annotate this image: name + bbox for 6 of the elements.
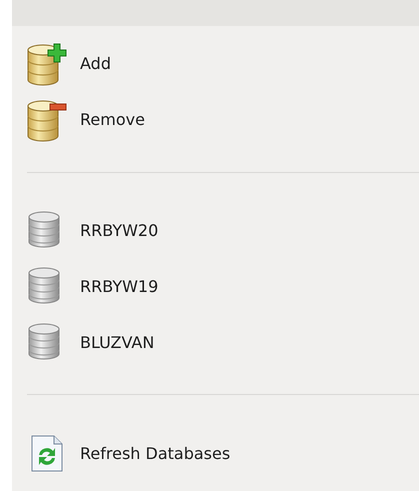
database-item[interactable]: BLUZVAN [12, 314, 154, 370]
database-item[interactable]: RRBYW19 [12, 258, 158, 314]
add-button[interactable]: Add [12, 36, 111, 92]
refresh-button[interactable]: Refresh Databases [12, 425, 230, 482]
remove-button[interactable]: Remove [12, 92, 145, 148]
database-item[interactable]: RRBYW20 [12, 202, 158, 258]
